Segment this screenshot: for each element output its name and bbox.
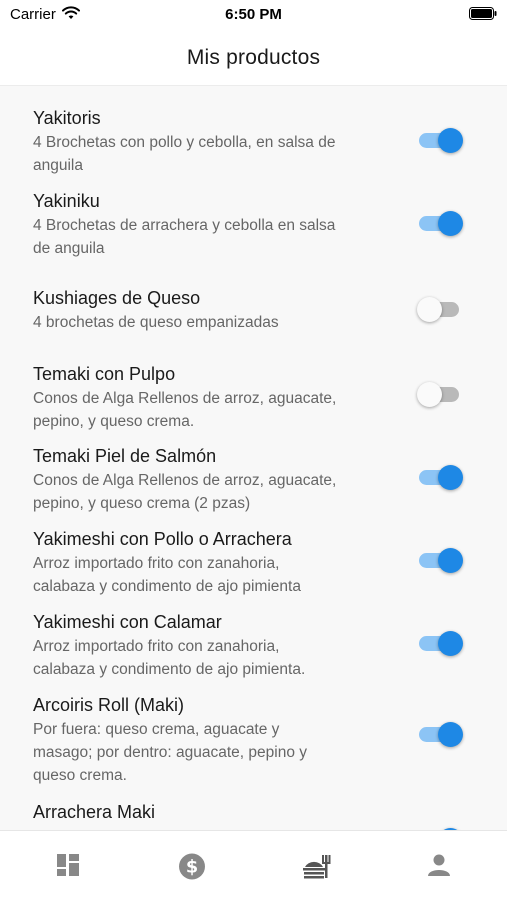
dollar-icon: $ <box>179 853 205 880</box>
tab-dashboard[interactable] <box>5 831 131 900</box>
product-name: Arrachera Maki <box>33 802 156 822</box>
product-name: Yakimeshi con Calamar <box>33 612 222 632</box>
food-icon <box>303 855 331 879</box>
product-name: Arcoiris Roll (Maki) <box>33 695 185 715</box>
status-bar: Carrier 6:50 PM <box>0 0 507 30</box>
product-name: Temaki Piel de Salmón <box>33 446 217 466</box>
status-time: 6:50 PM <box>225 6 282 23</box>
product-name: Yakiniku <box>33 191 100 211</box>
page-title: Mis productos <box>186 46 321 69</box>
nav-header: Mis productos <box>0 30 507 86</box>
product-toggle[interactable] <box>417 209 463 237</box>
product-toggle[interactable] <box>417 126 463 154</box>
product-item: Temaki con Pulpo Conos de Alga Rellenos … <box>0 362 507 438</box>
product-toggle[interactable] <box>417 629 463 657</box>
product-item: Arrachera Maki <box>0 800 507 830</box>
product-toggle[interactable] <box>417 463 463 491</box>
product-item: Yakitoris 4 Brochetas con pollo y ceboll… <box>0 106 507 182</box>
tab-profile[interactable] <box>376 831 502 900</box>
svg-text:$: $ <box>186 858 198 878</box>
product-description: Por fuera: queso crema, aguacate y masago… <box>33 721 308 784</box>
product-item: Arcoiris Roll (Maki) Por fuera: queso cr… <box>0 693 507 793</box>
product-name: Yakitoris <box>33 108 101 128</box>
product-name: Temaki con Pulpo <box>33 364 176 384</box>
tab-products[interactable] <box>253 831 379 900</box>
dashboard-icon <box>57 854 79 876</box>
product-name: Kushiages de Queso <box>33 288 201 308</box>
person-icon <box>428 854 450 876</box>
product-toggle[interactable] <box>417 720 463 748</box>
tab-earnings[interactable]: $ <box>129 831 255 900</box>
product-item: Yakimeshi con Pollo o Arrachera Arroz im… <box>0 527 507 603</box>
product-description: Arroz importado frito con zanahoria, cala… <box>33 638 306 678</box>
product-toggle[interactable] <box>417 546 463 574</box>
product-description: Arroz importado frito con zanahoria, cala… <box>33 555 301 595</box>
product-description: Conos de Alga Rellenos de arroz, aguacat… <box>33 472 337 512</box>
product-toggle[interactable] <box>417 295 463 323</box>
product-description: 4 brochetas de queso empanizadas <box>33 314 279 331</box>
product-item: Yakimeshi con Calamar Arroz importado fr… <box>0 610 507 686</box>
product-name: Yakimeshi con Pollo o Arrachera <box>33 529 292 549</box>
product-description: 4 Brochetas de arrachera y cebolla en sa… <box>33 217 336 257</box>
product-item: Temaki Piel de Salmón Conos de Alga Rell… <box>0 444 507 520</box>
product-description: Conos de Alga Rellenos de arroz, aguacat… <box>33 390 337 430</box>
product-toggle[interactable] <box>417 380 463 408</box>
product-item: Yakiniku 4 Brochetas de arrachera y cebo… <box>0 189 507 265</box>
product-item: Kushiages de Queso 4 brochetas de queso … <box>0 286 507 338</box>
product-list[interactable]: Yakitoris 4 Brochetas con pollo y ceboll… <box>0 86 507 830</box>
battery-icon <box>469 7 497 20</box>
product-description: 4 Brochetas con pollo y cebolla, en sals… <box>33 134 336 174</box>
tab-bar: $ <box>0 830 507 900</box>
